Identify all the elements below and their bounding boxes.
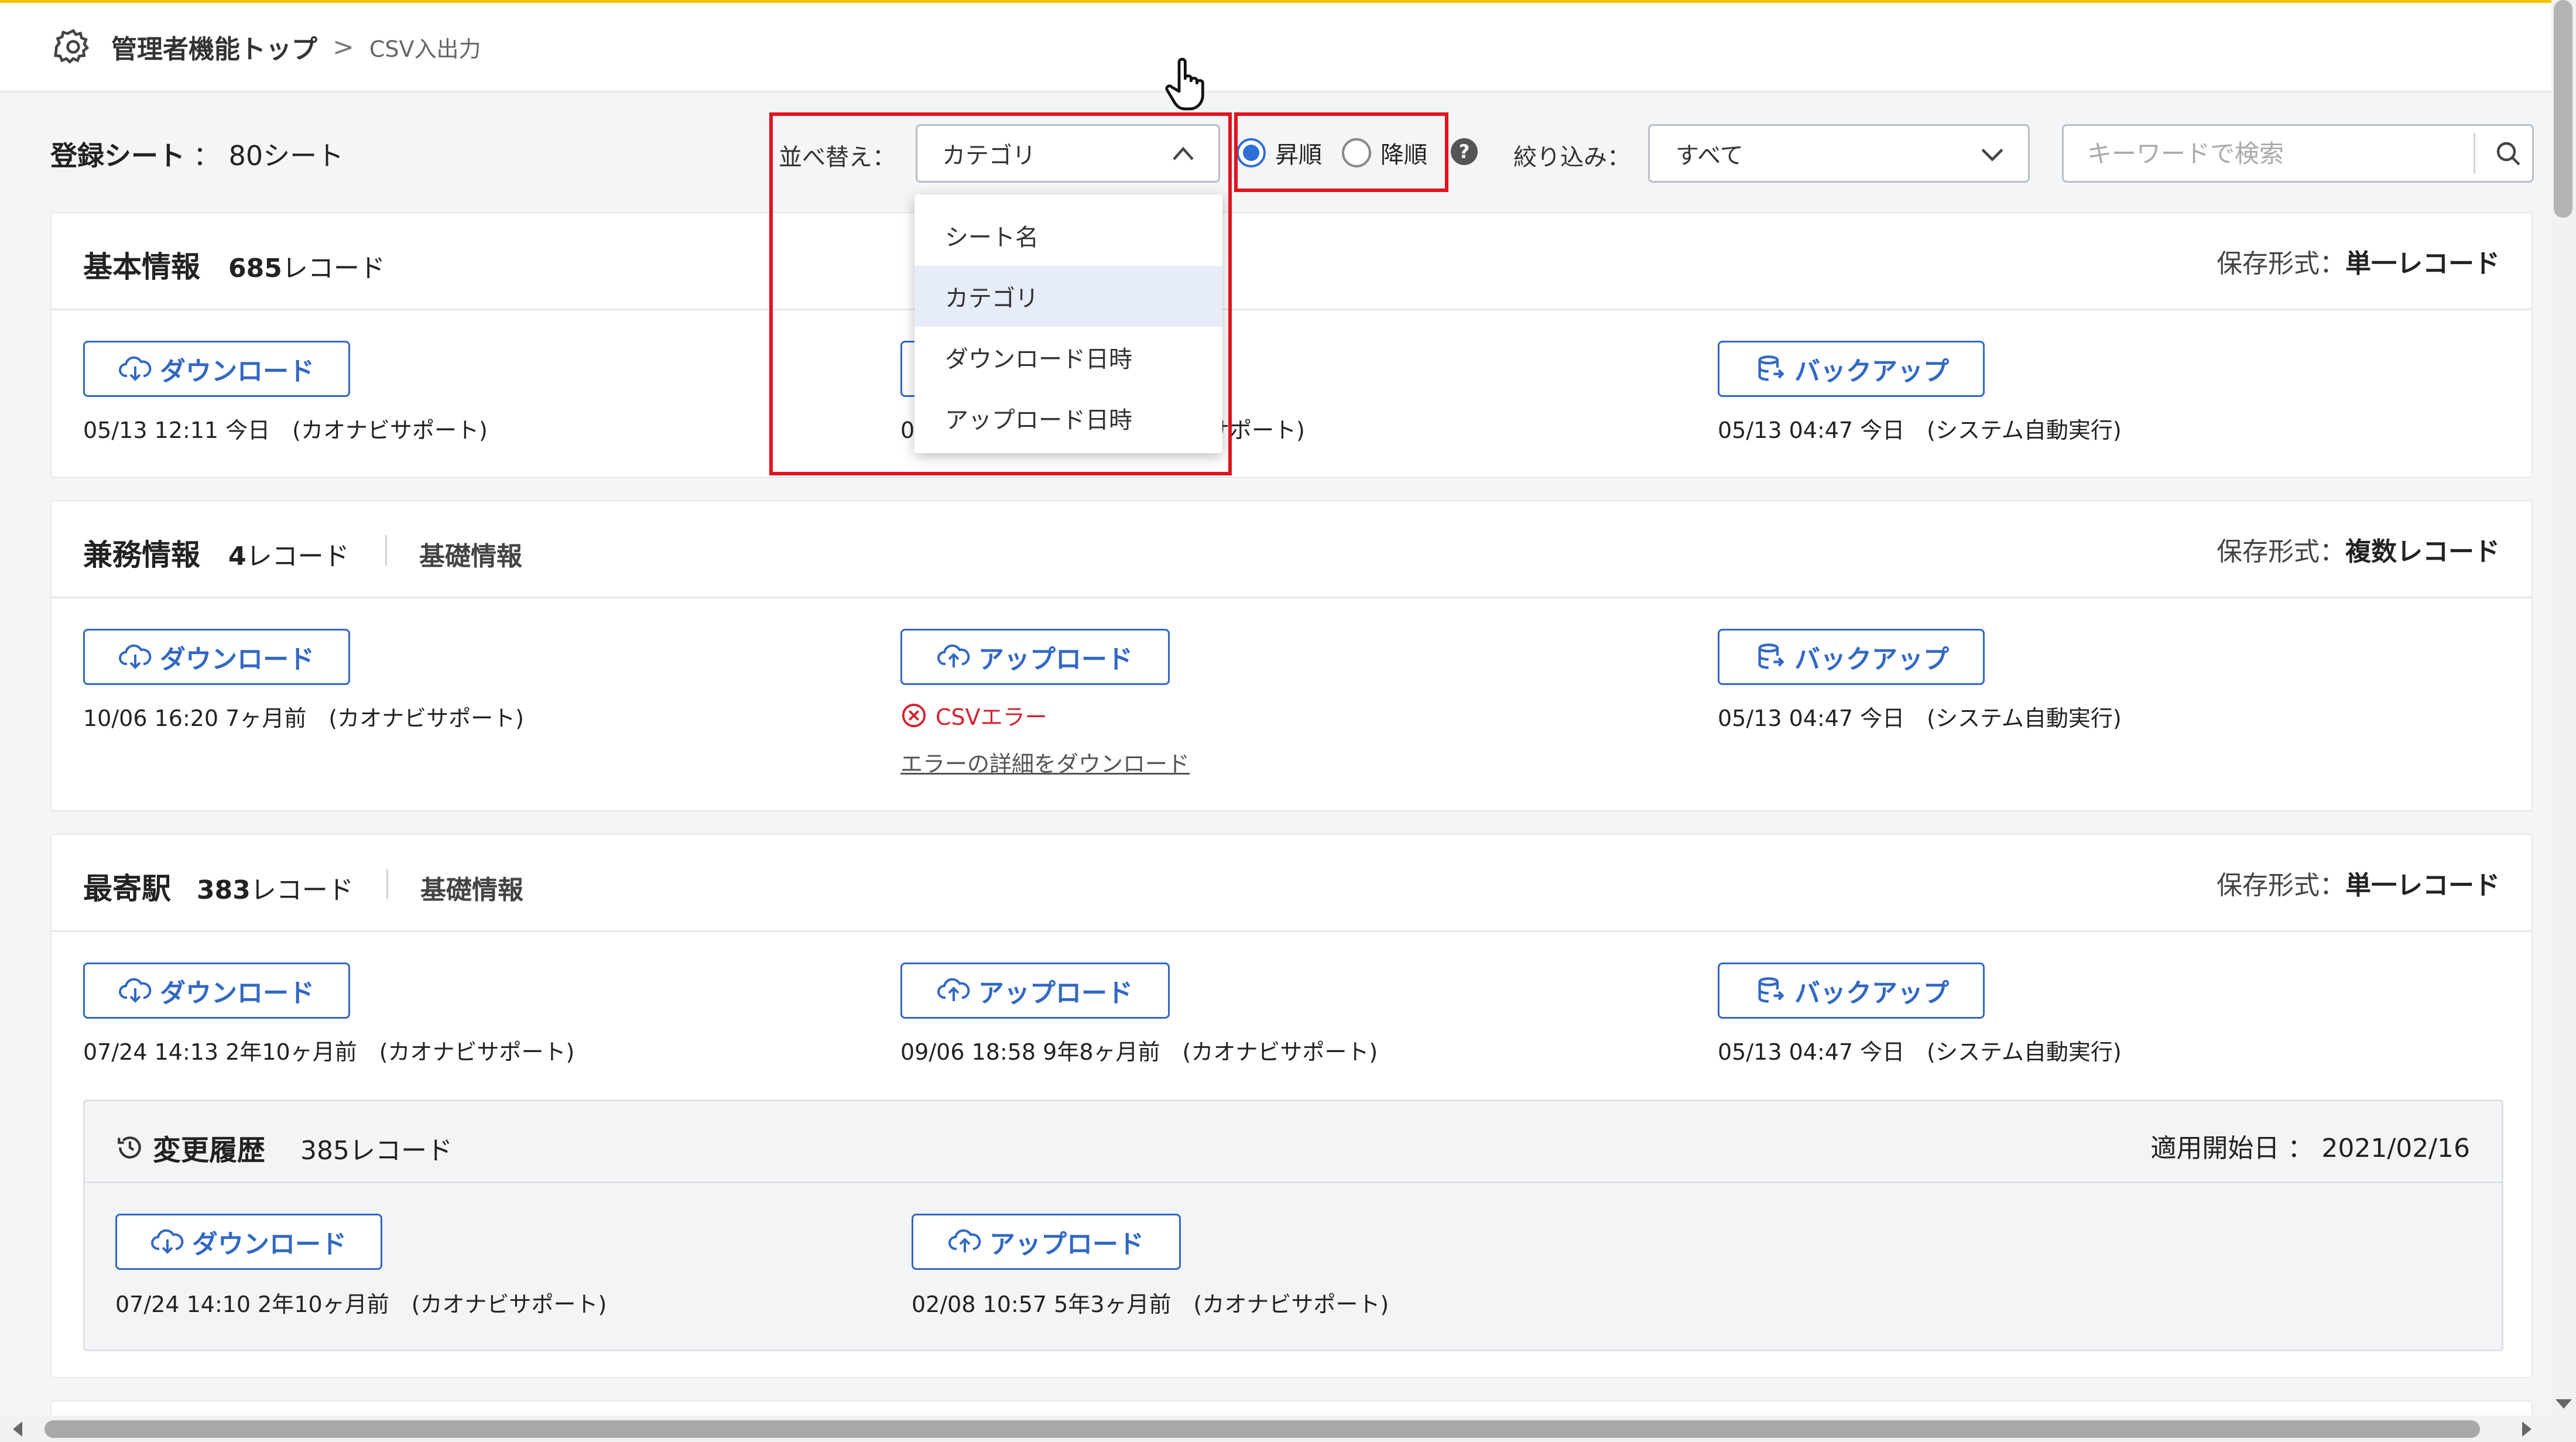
backup-meta: 05/13 04:47 今日 (システム自動実行) <box>1718 705 2122 731</box>
card-header: 基本情報 685レコード 保存形式：単一レコード <box>52 213 2532 310</box>
cloud-download-icon <box>119 644 152 669</box>
history-download-meta: 07/24 14:10 2年10ヶ月前 (カオナビサポート) <box>115 1292 607 1317</box>
card-divider <box>385 535 387 566</box>
backup-button[interactable]: バックアップ <box>1718 341 1985 397</box>
card-save-format: 保存形式：単一レコード <box>2217 249 2500 279</box>
history-record-count: 385レコード <box>300 1136 453 1166</box>
breadcrumb-home[interactable]: 管理者機能トップ <box>111 28 317 66</box>
download-button[interactable]: ダウンロード <box>83 963 350 1019</box>
backup-meta: 05/13 04:47 今日 (システム自動実行) <box>1718 1039 2122 1065</box>
change-history-panel: 変更履歴 385レコード 適用開始日 ： 2021/02/16 ダウンロード 0… <box>83 1100 2503 1351</box>
card-save-format: 保存形式：単一レコード <box>2217 871 2500 900</box>
search-icon[interactable] <box>2495 140 2523 168</box>
download-meta: 05/13 12:11 今日 (カオナビサポート) <box>83 417 488 443</box>
upload-button[interactable]: アップロード <box>900 629 1170 685</box>
scroll-right-arrow-icon[interactable] <box>2522 1422 2532 1437</box>
horizontal-scroll-thumb[interactable] <box>44 1420 2480 1438</box>
history-download-button[interactable]: ダウンロード <box>115 1214 382 1270</box>
card-header: 兼務情報 4レコード 基礎情報 保存形式：複数レコード <box>52 501 2532 598</box>
sort-highlight-box <box>769 112 1232 475</box>
breadcrumb-current: CSV入出力 <box>369 36 481 62</box>
search-divider <box>2474 133 2475 174</box>
download-meta: 10/06 16:20 7ヶ月前 (カオナビサポート) <box>83 705 525 731</box>
upload-meta: 09/06 18:58 9年8ヶ月前 (カオナビサポート) <box>900 1039 1378 1065</box>
history-header: 変更履歴 385レコード 適用開始日 ： 2021/02/16 <box>85 1101 2502 1183</box>
search-input[interactable] <box>2064 126 2474 181</box>
filter-label: 絞り込み： <box>1513 144 1630 171</box>
search-box <box>2062 124 2534 183</box>
header-bar: 管理者機能トップ > CSV入出力 <box>0 0 2551 93</box>
download-button[interactable]: ダウンロード <box>83 629 350 685</box>
hand-cursor-icon <box>1165 57 1204 111</box>
registered-sheets-value: ： 80シート <box>193 140 344 172</box>
error-circle-icon <box>902 703 926 727</box>
sheet-card-basic: 基本情報 685レコード 保存形式：単一レコード ダウンロード 05/13 12… <box>50 212 2533 478</box>
backup-button[interactable]: バックアップ <box>1718 963 1985 1019</box>
cloud-upload-icon <box>937 978 970 1001</box>
chevron-down-icon <box>1981 148 2003 162</box>
history-title: 変更履歴 <box>115 1127 265 1168</box>
sheet-card-nearest-station: 最寄駅 383レコード 基礎情報 保存形式：単一レコード ダウンロード 07/2… <box>50 834 2533 1378</box>
card-title: 兼務情報 <box>83 538 200 572</box>
upload-error: CSVエラー <box>900 699 1047 731</box>
cloud-download-icon <box>119 356 152 381</box>
backup-button[interactable]: バックアップ <box>1718 629 1985 685</box>
order-highlight-box <box>1234 112 1448 192</box>
vertical-scroll-thumb[interactable] <box>2554 0 2572 218</box>
gear-icon[interactable] <box>53 26 94 67</box>
history-upload-meta: 02/08 10:57 5年3ヶ月前 (カオナビサポート) <box>912 1292 1389 1317</box>
card-save-format: 保存形式：複数レコード <box>2217 537 2500 567</box>
help-icon[interactable]: ? <box>1451 138 1478 165</box>
card-category: 基礎情報 <box>419 542 522 571</box>
history-clock-icon <box>118 1136 141 1159</box>
registered-sheets-label: 登録シート <box>50 140 185 172</box>
upload-button[interactable]: アップロード <box>900 963 1170 1019</box>
cloud-download-icon <box>151 1229 184 1254</box>
filter-select[interactable]: すべて <box>1648 124 2030 183</box>
backup-meta: 05/13 04:47 今日 (システム自動実行) <box>1718 417 2122 443</box>
scroll-down-arrow-icon[interactable] <box>2556 1399 2572 1409</box>
card-title: 基本情報 <box>83 250 200 284</box>
history-start-date: 適用開始日 ： 2021/02/16 <box>2150 1133 2470 1163</box>
card-header: 最寄駅 383レコード 基礎情報 保存形式：単一レコード <box>52 835 2532 932</box>
cloud-upload-icon <box>937 644 970 667</box>
database-icon <box>1758 643 1784 669</box>
database-icon <box>1758 977 1784 1003</box>
error-detail-download-link[interactable]: エラーの詳細をダウンロード <box>900 746 1190 778</box>
breadcrumb-separator: > <box>333 32 354 62</box>
card-title: 最寄駅 <box>83 872 171 906</box>
filter-selected-value: すべて <box>1676 142 1743 169</box>
download-meta: 07/24 14:13 2年10ヶ月前 (カオナビサポート) <box>83 1039 575 1065</box>
card-category: 基礎情報 <box>420 875 523 905</box>
card-record-count: 4レコード <box>228 542 350 571</box>
cloud-upload-icon <box>948 1229 981 1252</box>
sheet-card-concurrent: 兼務情報 4レコード 基礎情報 保存形式：複数レコード ダウンロード 10/06… <box>50 500 2533 811</box>
database-icon <box>1758 355 1784 381</box>
cloud-download-icon <box>119 978 152 1003</box>
card-record-count: 383レコード <box>197 875 354 905</box>
scroll-left-arrow-icon[interactable] <box>13 1422 22 1437</box>
upload-error-text: CSVエラー <box>936 704 1047 730</box>
download-button[interactable]: ダウンロード <box>83 341 350 397</box>
card-divider <box>386 869 388 899</box>
card-record-count: 685レコード <box>228 254 385 283</box>
history-upload-button[interactable]: アップロード <box>912 1214 1181 1270</box>
